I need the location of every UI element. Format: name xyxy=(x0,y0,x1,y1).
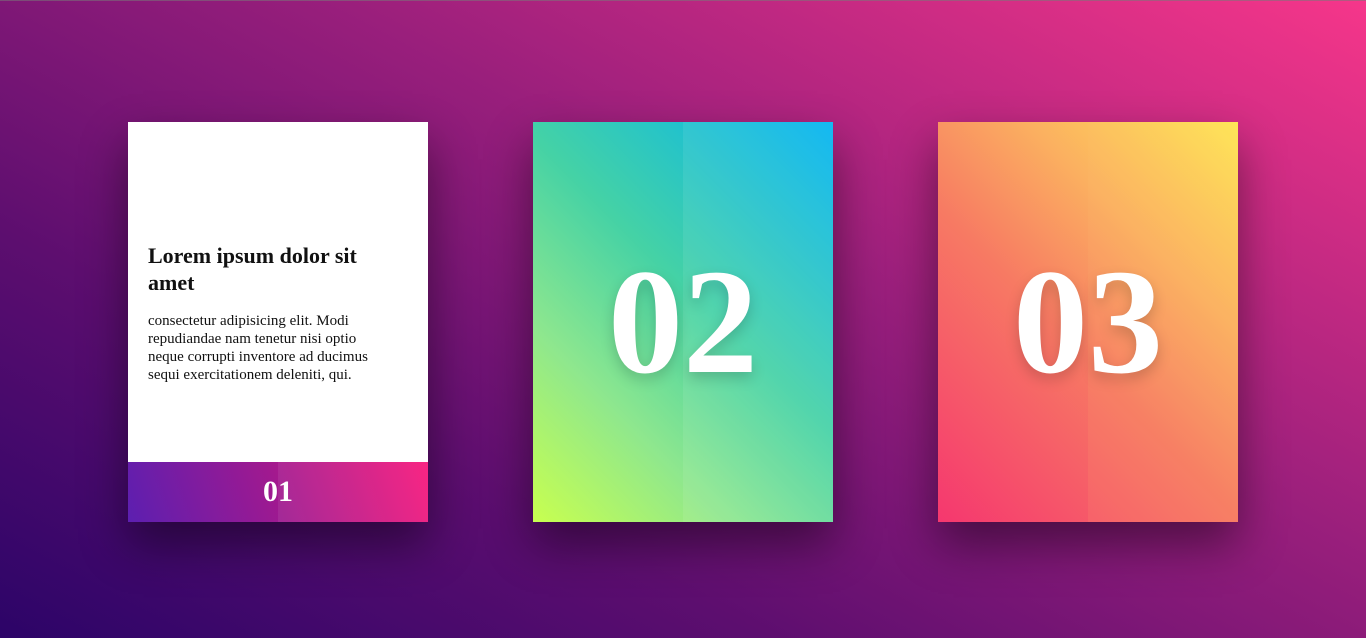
card-02[interactable]: 02 xyxy=(533,122,833,522)
card-01[interactable]: Lorem ipsum dolor sit amet consectetur a… xyxy=(128,122,428,522)
card-number: 03 xyxy=(1013,239,1163,405)
card-number: 01 xyxy=(263,475,293,508)
card-03[interactable]: 03 xyxy=(938,122,1238,522)
card-description: consectetur adipisicing elit. Modi repud… xyxy=(148,313,368,383)
card-footer: 01 xyxy=(128,462,428,522)
card-number: 02 xyxy=(608,239,758,405)
card-content: Lorem ipsum dolor sit amet consectetur a… xyxy=(148,242,393,384)
top-border-line xyxy=(0,0,1366,1)
card-title: Lorem ipsum dolor sit amet xyxy=(148,243,357,295)
